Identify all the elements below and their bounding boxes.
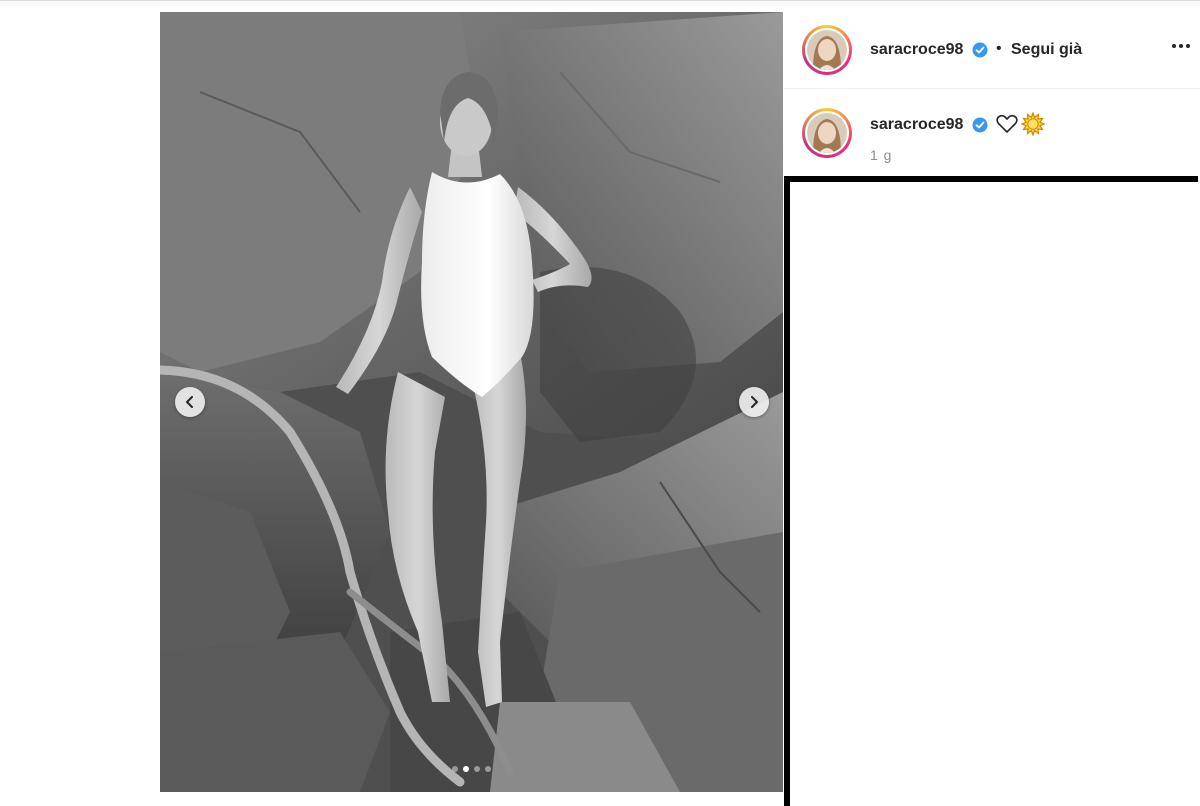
heart-outline-icon: [996, 114, 1018, 133]
carousel-dot-active: [463, 766, 469, 772]
verified-badge-icon: [972, 42, 988, 58]
author-avatar[interactable]: [802, 25, 852, 75]
following-button[interactable]: Segui già: [1011, 41, 1082, 59]
caption-username[interactable]: saracroce98: [870, 116, 963, 134]
carousel-dot: [485, 766, 491, 772]
post-header: saracroce98 • Segui già: [784, 12, 1200, 89]
chevron-left-icon: [186, 396, 193, 408]
sun-icon: [1021, 112, 1045, 136]
carousel-indicator: [160, 766, 783, 772]
avatar-image: [807, 113, 847, 153]
post-side-panel: saracroce98 • Segui già saracroce98 1 g: [784, 12, 1200, 176]
caption-author-avatar[interactable]: [802, 108, 852, 158]
carousel-dot: [474, 766, 480, 772]
carousel-dot: [452, 766, 458, 772]
post-image: [160, 12, 783, 792]
browser-top-edge: [0, 0, 1200, 7]
carousel-next-button[interactable]: [739, 387, 769, 417]
separator-dot: •: [996, 40, 1002, 57]
post-photo[interactable]: [160, 12, 783, 792]
author-username[interactable]: saracroce98: [870, 41, 963, 59]
verified-badge-icon: [972, 117, 988, 133]
post-time-ago[interactable]: 1 g: [870, 147, 892, 163]
avatar-image: [807, 30, 847, 70]
carousel-prev-button[interactable]: [175, 387, 205, 417]
chevron-right-icon: [751, 396, 758, 408]
more-options-button[interactable]: [1172, 44, 1190, 48]
more-horizontal-icon: [1172, 44, 1176, 48]
comments-area-placeholder: [784, 176, 1198, 806]
